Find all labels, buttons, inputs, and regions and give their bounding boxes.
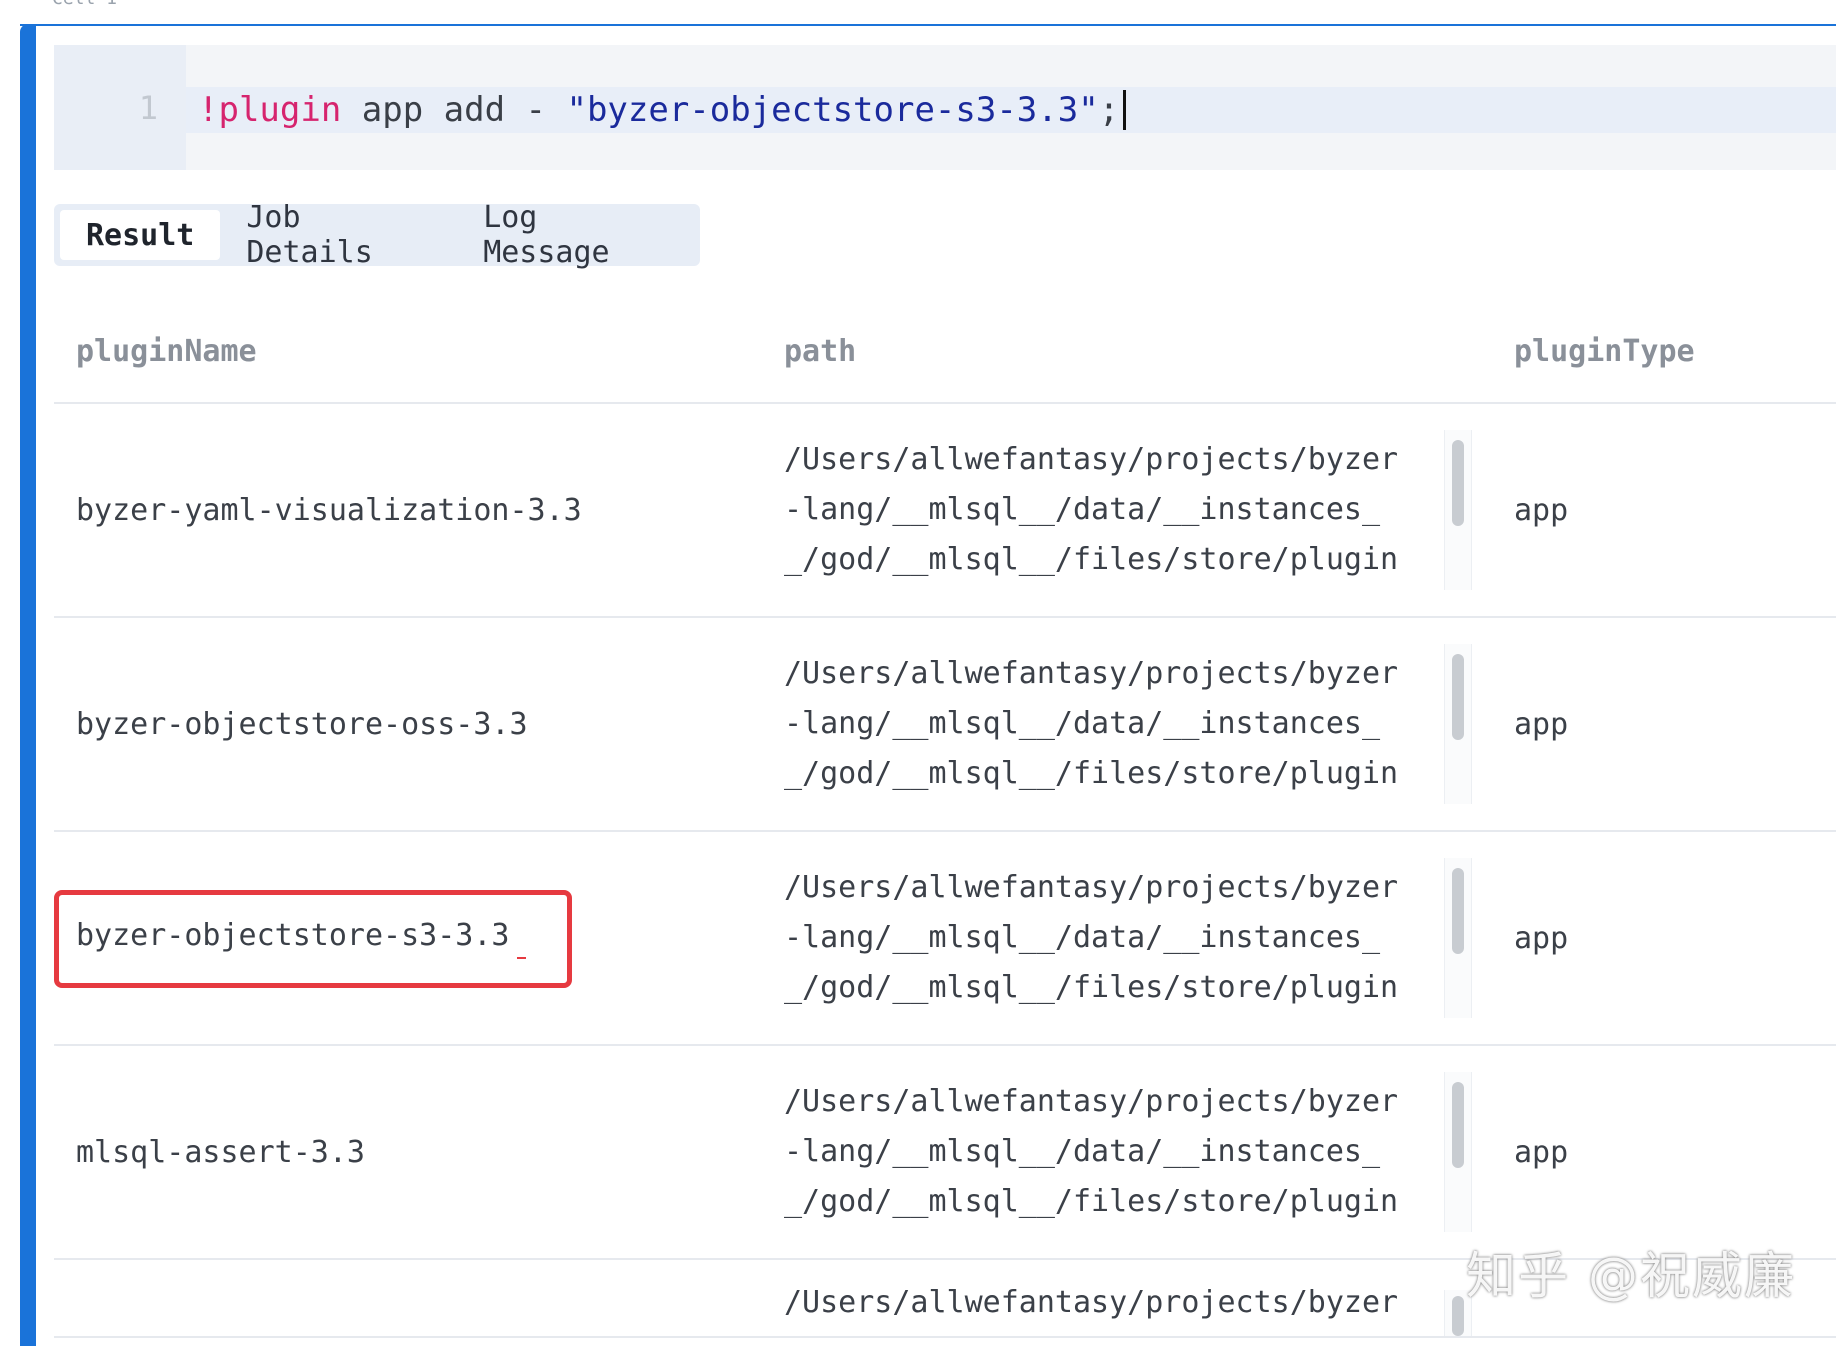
cell-path: /Users/allwefantasy/projects/byzer-la <box>784 1260 1514 1336</box>
line-number: 1 <box>138 89 158 127</box>
cell-plugin-name: mlsql-assert-3.3 <box>76 1134 365 1170</box>
table-row: byzer-objectstore-oss-3.3 /Users/allwefa… <box>54 618 1836 832</box>
tab-job-details[interactable]: Job Details <box>220 200 457 270</box>
path-text: /Users/allwefantasy/projects/byzer-lang/… <box>784 442 1399 577</box>
result-tabs: Result Job Details Log Message <box>54 200 700 270</box>
cell-label: Cell 1 <box>52 0 117 9</box>
scrollbar[interactable] <box>1444 644 1472 804</box>
path-text: /Users/allwefantasy/projects/byzer-lang/… <box>784 1084 1399 1219</box>
code-keyword: !plugin <box>198 90 342 130</box>
column-header-path[interactable]: path <box>784 334 1514 369</box>
scrollbar-thumb[interactable] <box>1452 868 1464 954</box>
path-scroll-box[interactable]: /Users/allwefantasy/projects/byzer-lang/… <box>784 644 1514 804</box>
path-scroll-box[interactable]: /Users/allwefantasy/projects/byzer-lang/… <box>784 858 1514 1018</box>
line-gutter: 1 <box>54 45 186 170</box>
code-text: app add - <box>341 90 567 130</box>
notebook-page: Cell 1 1 !plugin app add - "byzer-object… <box>0 0 1836 1346</box>
scrollbar-thumb[interactable] <box>1452 1296 1464 1336</box>
table-row: mlsql-assert-3.3 /Users/allwefantasy/pro… <box>54 1046 1836 1260</box>
code-terminator: ; <box>1098 90 1120 130</box>
cell-path: /Users/allwefantasy/projects/byzer-lang/… <box>784 430 1514 590</box>
path-text: /Users/allwefantasy/projects/byzer-lang/… <box>784 870 1399 1005</box>
scrollbar-thumb[interactable] <box>1452 654 1464 740</box>
scrollbar[interactable] <box>1444 1072 1472 1232</box>
text-caret <box>1123 90 1127 130</box>
cell-top-border <box>20 24 1836 26</box>
scrollbar-thumb[interactable] <box>1452 440 1464 526</box>
column-header-pluginname[interactable]: pluginName <box>54 334 784 369</box>
column-header-plugintype[interactable]: pluginType <box>1514 334 1836 369</box>
scrollbar[interactable] <box>1444 858 1472 1018</box>
cell-plugin-type: app <box>1514 1134 1569 1170</box>
cell-path: /Users/allwefantasy/projects/byzer-lang/… <box>784 858 1514 1018</box>
cell-active-bar <box>20 24 36 1346</box>
code-string: "byzer-objectstore-s3-3.3" <box>566 90 1099 130</box>
code-editor[interactable]: 1 !plugin app add - "byzer-objectstore-s… <box>54 45 1836 170</box>
cell-plugin-type: app <box>1514 920 1569 956</box>
path-scroll-box[interactable]: /Users/allwefantasy/projects/byzer-lang/… <box>784 430 1514 590</box>
cell-plugin-name: byzer-yaml-visualization-3.3 <box>76 492 582 528</box>
path-text: /Users/allwefantasy/projects/byzer-lang/… <box>784 656 1399 791</box>
cell-plugin-type: app <box>1514 492 1569 528</box>
table-header: pluginName path pluginType <box>54 300 1836 404</box>
cell-plugin-name: byzer-objectstore-oss-3.3 <box>76 706 528 742</box>
path-scroll-box[interactable]: /Users/allwefantasy/projects/byzer-la <box>784 1260 1514 1336</box>
tab-log-message[interactable]: Log Message <box>457 200 694 270</box>
scrollbar-thumb[interactable] <box>1452 1082 1464 1168</box>
cell-path: /Users/allwefantasy/projects/byzer-lang/… <box>784 644 1514 804</box>
path-text: /Users/allwefantasy/projects/byzer-la <box>784 1285 1399 1336</box>
tab-result[interactable]: Result <box>60 210 221 260</box>
highlight-annotation-box <box>54 890 572 988</box>
cell-plugin-type: app <box>1514 706 1569 742</box>
path-scroll-box[interactable]: /Users/allwefantasy/projects/byzer-lang/… <box>784 1072 1514 1232</box>
code-line[interactable]: !plugin app add - "byzer-objectstore-s3-… <box>186 87 1836 133</box>
scrollbar[interactable] <box>1444 430 1472 590</box>
cell-path: /Users/allwefantasy/projects/byzer-lang/… <box>784 1072 1514 1232</box>
table-row: byzer-yaml-visualization-3.3 /Users/allw… <box>54 404 1836 618</box>
result-table: pluginName path pluginType byzer-yaml-vi… <box>54 300 1836 1338</box>
watermark: 知乎 @祝威廉 <box>1466 1247 1796 1305</box>
